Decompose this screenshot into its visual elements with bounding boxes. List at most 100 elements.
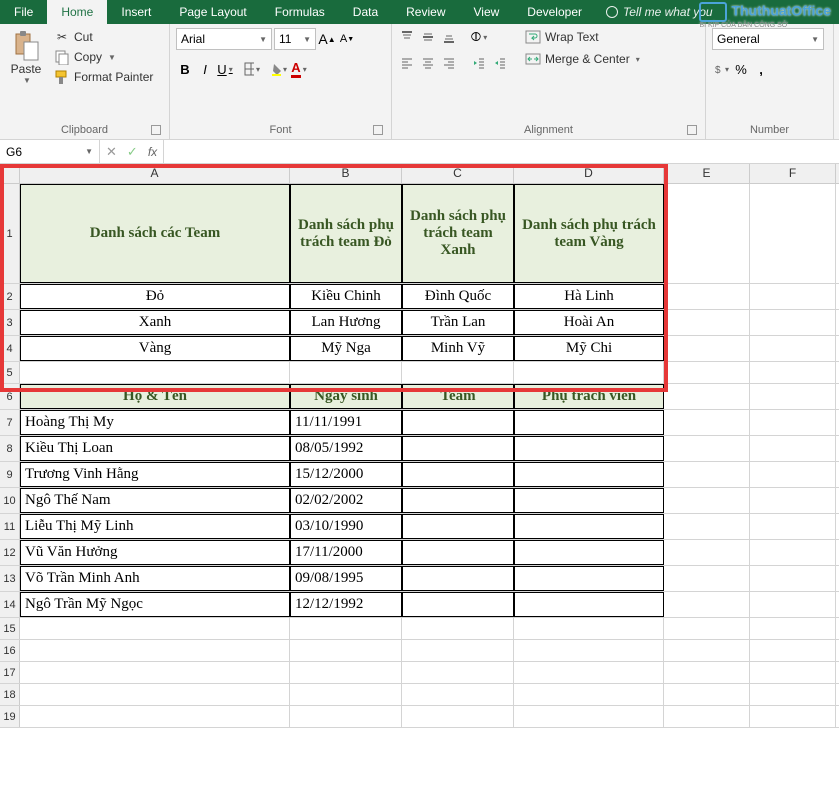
cell[interactable] (664, 184, 750, 283)
select-all-corner[interactable] (0, 164, 20, 183)
cell[interactable] (664, 640, 750, 661)
cell-team-header[interactable]: Team (402, 384, 514, 409)
cell[interactable] (20, 706, 290, 727)
row-header[interactable]: 1 (0, 184, 20, 283)
cell-person-supervisor[interactable] (514, 410, 664, 435)
cell-person-name[interactable]: Kiều Thị Loan (20, 436, 290, 461)
cell-person-dob[interactable]: 17/11/2000 (290, 540, 402, 565)
cell[interactable] (514, 618, 664, 639)
cell-person-dob[interactable]: 02/02/2002 (290, 488, 402, 513)
paste-button[interactable]: Paste ▼ (6, 28, 46, 87)
row-header[interactable]: 16 (0, 640, 20, 661)
dialog-launcher-icon[interactable] (687, 125, 697, 135)
col-header-C[interactable]: C (402, 164, 514, 183)
cell[interactable] (750, 310, 836, 335)
decrease-font-button[interactable]: A▼ (338, 30, 356, 48)
cell[interactable] (750, 592, 836, 617)
number-format-select[interactable]: General ▼ (712, 28, 824, 50)
fx-icon[interactable]: fx (148, 145, 157, 159)
cell[interactable] (290, 362, 402, 383)
accounting-format-button[interactable]: $▾ (712, 60, 730, 78)
cell-person-team[interactable] (402, 566, 514, 591)
cell[interactable] (290, 684, 402, 705)
cell-person-name[interactable]: Ngô Trần Mỹ Ngọc (20, 592, 290, 617)
cell[interactable] (664, 384, 750, 409)
cell-person-team[interactable] (402, 540, 514, 565)
font-color-button[interactable]: A ▾ (290, 60, 308, 78)
cell[interactable] (750, 410, 836, 435)
cell[interactable] (750, 436, 836, 461)
cell-person-supervisor[interactable] (514, 462, 664, 487)
cell[interactable] (290, 662, 402, 683)
cell[interactable] (750, 184, 836, 283)
col-header-A[interactable]: A (20, 164, 290, 183)
cell[interactable] (664, 566, 750, 591)
row-header[interactable]: 14 (0, 592, 20, 617)
cell-person-name[interactable]: Hoàng Thị My (20, 410, 290, 435)
row-header[interactable]: 2 (0, 284, 20, 309)
cell[interactable] (514, 684, 664, 705)
cell-person-team[interactable] (402, 592, 514, 617)
cell-person-supervisor[interactable] (514, 514, 664, 539)
format-painter-button[interactable]: Format Painter (52, 68, 155, 86)
cell[interactable] (290, 640, 402, 661)
decrease-indent-button[interactable] (470, 54, 488, 72)
col-header-B[interactable]: B (290, 164, 402, 183)
cell-team-vang[interactable]: Hoài An (514, 310, 664, 335)
cell-person-team[interactable] (402, 410, 514, 435)
cell[interactable] (402, 662, 514, 683)
row-header[interactable]: 12 (0, 540, 20, 565)
cell[interactable] (750, 566, 836, 591)
cell[interactable] (402, 706, 514, 727)
cell-person-name[interactable]: Ngô Thế Nam (20, 488, 290, 513)
increase-indent-button[interactable] (491, 54, 509, 72)
cell[interactable] (664, 662, 750, 683)
cell-person-supervisor[interactable] (514, 436, 664, 461)
cell[interactable] (750, 684, 836, 705)
row-header[interactable]: 8 (0, 436, 20, 461)
cell[interactable] (664, 336, 750, 361)
cell-team-name[interactable]: Vàng (20, 336, 290, 361)
orientation-button[interactable]: ⦷▾ (470, 28, 488, 46)
cell-dob-header[interactable]: Ngày sinh (290, 384, 402, 409)
cell-person-team[interactable] (402, 514, 514, 539)
font-size-select[interactable]: 11 ▼ (274, 28, 316, 50)
comma-button[interactable]: , (752, 60, 770, 78)
col-header-D[interactable]: D (514, 164, 664, 183)
dialog-launcher-icon[interactable] (151, 125, 161, 135)
borders-button[interactable]: ▾ (243, 60, 261, 78)
dialog-launcher-icon[interactable] (373, 125, 383, 135)
cell-team-vang-header[interactable]: Danh sách phụ trách team Vàng (514, 184, 664, 283)
col-header-E[interactable]: E (664, 164, 750, 183)
cell[interactable] (402, 618, 514, 639)
cell-supervisor-header[interactable]: Phụ trách viên (514, 384, 664, 409)
cell-person-dob[interactable]: 08/05/1992 (290, 436, 402, 461)
cell[interactable] (664, 540, 750, 565)
row-header[interactable]: 3 (0, 310, 20, 335)
cell[interactable] (402, 640, 514, 661)
cell[interactable] (514, 362, 664, 383)
cancel-icon[interactable]: ✕ (106, 144, 117, 160)
align-top-button[interactable] (398, 28, 416, 46)
cell[interactable] (664, 436, 750, 461)
cell-person-team[interactable] (402, 462, 514, 487)
cell[interactable] (664, 618, 750, 639)
row-header[interactable]: 7 (0, 410, 20, 435)
row-header[interactable]: 11 (0, 514, 20, 539)
row-header[interactable]: 19 (0, 706, 20, 727)
name-box[interactable]: G6 ▼ (0, 140, 100, 163)
cell-person-supervisor[interactable] (514, 540, 664, 565)
tab-developer[interactable]: Developer (513, 0, 596, 24)
cell-team-name[interactable]: Xanh (20, 310, 290, 335)
cell[interactable] (20, 662, 290, 683)
cell-person-dob[interactable]: 03/10/1990 (290, 514, 402, 539)
enter-icon[interactable]: ✓ (127, 144, 138, 160)
cell[interactable] (402, 362, 514, 383)
cell[interactable] (664, 410, 750, 435)
font-name-select[interactable]: Arial ▼ (176, 28, 272, 50)
align-bottom-button[interactable] (440, 28, 458, 46)
percent-button[interactable]: % (732, 60, 750, 78)
cell-person-team[interactable] (402, 488, 514, 513)
cell-team-xanh[interactable]: Trần Lan (402, 310, 514, 335)
cell-person-name[interactable]: Liễu Thị Mỹ Linh (20, 514, 290, 539)
